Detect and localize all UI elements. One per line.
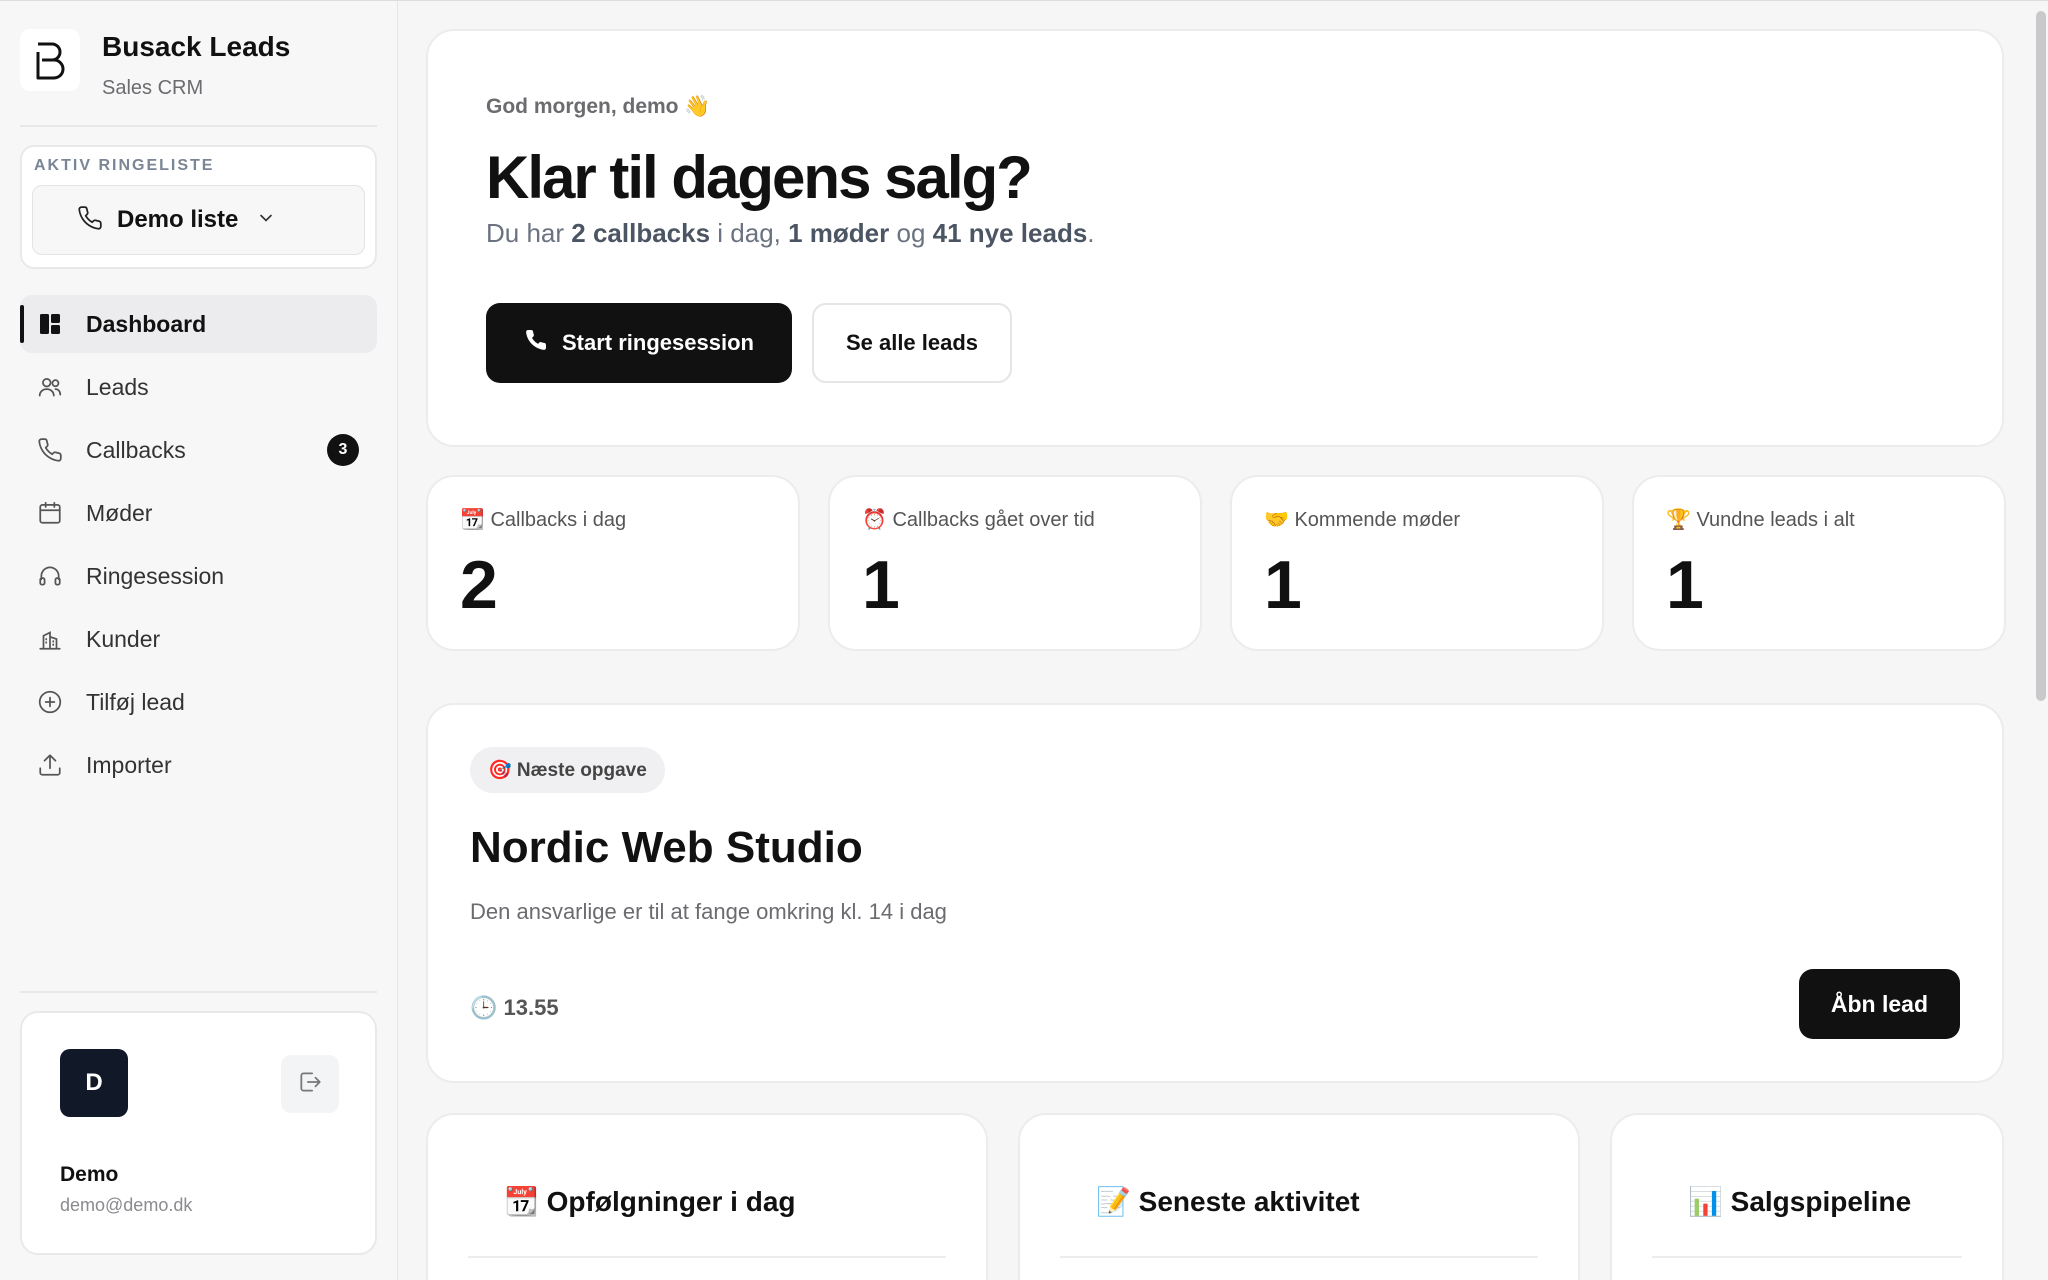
next-task-time: 🕒 13.55 — [470, 995, 559, 1020]
sidebar-item-moder[interactable]: Møder — [20, 484, 377, 542]
daily-summary: Du har 2 callbacks i dag, 1 møder og 41 … — [486, 218, 1095, 248]
sidebar-item-dashboard[interactable]: Dashboard — [20, 295, 377, 353]
sidebar: Busack Leads Sales CRM AKTIV RINGELISTE … — [0, 1, 398, 1280]
sidebar-item-tilfoj-lead[interactable]: Tilføj lead — [20, 673, 377, 731]
call-list-select[interactable]: Demo liste — [32, 185, 365, 255]
sidebar-item-kunder[interactable]: Kunder — [20, 610, 377, 668]
page-title: Klar til dagens salg? — [486, 144, 1033, 211]
welcome-hero: God morgen, demo 👋 Klar til dagens salg?… — [426, 29, 2004, 447]
start-call-session-label: Start ringesession — [562, 330, 754, 355]
next-task-card: 🎯 Næste opgave Nordic Web Studio Den ans… — [426, 703, 2004, 1083]
user-card: D Demo demo@demo.dk — [20, 1011, 377, 1255]
stat-value: 1 — [1666, 547, 1704, 623]
panel-divider — [1652, 1256, 1962, 1258]
stat-won-leads[interactable]: 🏆 Vundne leads i alt 1 — [1632, 475, 2006, 651]
logout-icon — [297, 1069, 323, 1100]
greeting: God morgen, demo 👋 — [486, 95, 711, 118]
sidebar-item-ringesession[interactable]: Ringesession — [20, 547, 377, 605]
sidebar-item-importer[interactable]: Importer — [20, 736, 377, 794]
next-task-title: Nordic Web Studio — [470, 823, 863, 872]
chevron-down-icon — [256, 208, 276, 233]
user-email: demo@demo.dk — [60, 1195, 193, 1215]
stat-callbacks-today[interactable]: 📆 Callbacks i dag 2 — [426, 475, 800, 651]
stat-label: 🏆 Vundne leads i alt — [1666, 509, 1855, 531]
calendar-icon — [36, 499, 64, 527]
meetings-summary: 1 møder — [788, 218, 890, 248]
active-call-list-label: AKTIV RINGELISTE — [34, 157, 215, 174]
phone-icon — [524, 328, 548, 358]
panel-title: 📝 Seneste aktivitet — [1096, 1186, 1360, 1217]
sidebar-item-label: Callbacks — [86, 436, 186, 463]
scrollbar[interactable] — [2036, 11, 2046, 701]
sales-pipeline-panel: 📊 Salgspipeline — [1610, 1113, 2004, 1280]
main-content: God morgen, demo 👋 Klar til dagens salg?… — [398, 1, 2048, 1280]
sidebar-item-callbacks[interactable]: Callbacks 3 — [20, 421, 377, 479]
dashboard-icon — [36, 310, 64, 338]
panel-divider — [468, 1256, 946, 1258]
headset-icon — [36, 562, 64, 590]
user-name: Demo — [60, 1163, 119, 1186]
phone-icon — [77, 205, 103, 236]
stat-upcoming-meetings[interactable]: 🤝 Kommende møder 1 — [1230, 475, 1604, 651]
sidebar-divider — [20, 991, 377, 993]
app-window: Busack Leads Sales CRM AKTIV RINGELISTE … — [0, 0, 2048, 1280]
recent-activity-panel: 📝 Seneste aktivitet — [1018, 1113, 1580, 1280]
sidebar-nav: Dashboard Leads Callbacks 3 Møder Ringes… — [20, 295, 377, 794]
new-leads-summary: 41 nye leads — [932, 218, 1088, 248]
stat-label: 🤝 Kommende møder — [1264, 509, 1461, 531]
plus-circle-icon — [36, 688, 64, 716]
hero-actions: Start ringesession Se alle leads — [486, 303, 1944, 383]
stat-value: 1 — [1264, 547, 1302, 623]
panel-divider — [1060, 1256, 1538, 1258]
sidebar-item-label: Leads — [86, 373, 149, 400]
panel-title: 📊 Salgspipeline — [1688, 1186, 1912, 1217]
sidebar-item-label: Importer — [86, 751, 172, 778]
avatar[interactable]: D — [60, 1049, 128, 1117]
sidebar-item-label: Tilføj lead — [86, 688, 185, 715]
brand-subtitle: Sales CRM — [102, 77, 204, 99]
open-lead-button[interactable]: Åbn lead — [1798, 969, 1960, 1039]
sidebar-item-leads[interactable]: Leads — [20, 358, 377, 416]
stat-label: ⏰ Callbacks gået over tid — [862, 509, 1095, 531]
panel-title: 📆 Opfølgninger i dag — [504, 1186, 796, 1217]
logout-button[interactable] — [281, 1055, 339, 1113]
next-task-chip: 🎯 Næste opgave — [470, 747, 665, 793]
brand-title: Busack Leads — [102, 31, 291, 62]
stat-callbacks-overdue[interactable]: ⏰ Callbacks gået over tid 1 — [828, 475, 1202, 651]
followups-today-panel: 📆 Opfølgninger i dag — [426, 1113, 988, 1280]
sidebar-item-label: Møder — [86, 499, 153, 526]
upload-icon — [36, 751, 64, 779]
callbacks-count-badge: 3 — [327, 434, 359, 466]
stat-value: 2 — [460, 547, 498, 623]
users-icon — [36, 373, 64, 401]
sidebar-item-label: Ringesession — [86, 562, 225, 589]
stat-value: 1 — [862, 547, 900, 623]
start-call-session-button[interactable]: Start ringesession — [486, 303, 792, 383]
brand[interactable]: Busack Leads Sales CRM — [20, 1, 377, 127]
see-all-leads-button[interactable]: Se alle leads — [811, 303, 1013, 383]
sidebar-item-label: Dashboard — [86, 310, 207, 337]
sidebar-item-label: Kunder — [86, 625, 161, 652]
building-icon — [36, 625, 64, 653]
selected-call-list: Demo liste — [117, 206, 239, 233]
stat-label: 📆 Callbacks i dag — [460, 509, 627, 531]
next-task-description: Den ansvarlige er til at fange omkring k… — [470, 899, 947, 924]
b-logo-icon — [20, 29, 80, 91]
phone-icon — [36, 436, 64, 464]
callbacks-summary: 2 callbacks — [571, 218, 711, 248]
active-call-list-panel: AKTIV RINGELISTE Demo liste — [20, 145, 377, 269]
